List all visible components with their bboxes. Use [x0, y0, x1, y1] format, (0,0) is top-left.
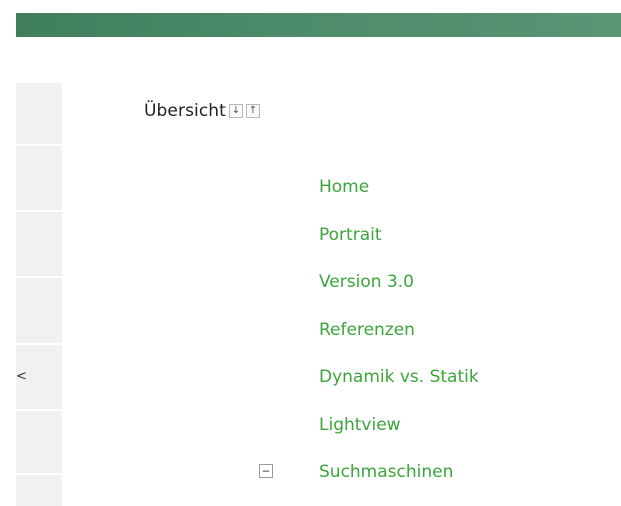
nav-item-home: Home [319, 176, 479, 224]
overview-title: Übersicht [144, 101, 226, 121]
nav-link-version[interactable]: Version 3.0 [319, 271, 414, 293]
left-sidebar: < [16, 83, 62, 506]
nav-link-suchmaschinen[interactable]: Suchmaschinen [319, 461, 453, 483]
sidebar-cell[interactable] [16, 212, 62, 277]
sidebar-cell[interactable] [16, 83, 62, 145]
nav-item-portrait: Portrait [319, 224, 479, 272]
nav-item-referenzen: Referenzen [319, 319, 479, 367]
sidebar-cell[interactable] [16, 278, 62, 344]
nav-item-dynamik: Dynamik vs. Statik [319, 366, 479, 414]
header-bar [16, 13, 621, 37]
sidebar-cell[interactable]: < [16, 345, 62, 410]
nav-link-dynamik[interactable]: Dynamik vs. Statik [319, 366, 479, 388]
sort-up-button[interactable]: ↑ [245, 104, 260, 118]
nav-link-lightview[interactable]: Lightview [319, 414, 401, 436]
nav-link-home[interactable]: Home [319, 176, 369, 198]
nav-item-version: Version 3.0 [319, 271, 479, 319]
sidebar-cell[interactable] [16, 411, 62, 474]
collapse-minus-icon[interactable]: − [259, 464, 273, 478]
nav-link-referenzen[interactable]: Referenzen [319, 319, 415, 341]
nav-item-lightview: Lightview [319, 414, 479, 462]
sort-down-button[interactable]: ↓ [228, 104, 243, 118]
sidebar-cell[interactable] [16, 146, 62, 211]
sidebar-cell[interactable] [16, 475, 62, 506]
nav-menu: Home Portrait Version 3.0 Referenzen Dyn… [259, 176, 479, 506]
chevron-left-icon: < [16, 369, 27, 384]
nav-item-suchmaschinen: − Suchmaschinen [259, 461, 479, 506]
nav-link-portrait[interactable]: Portrait [319, 224, 382, 246]
page: < Übersicht ↓ ↑ Home Portrait Version 3.… [0, 0, 621, 506]
overview-header: Übersicht ↓ ↑ [144, 100, 260, 122]
